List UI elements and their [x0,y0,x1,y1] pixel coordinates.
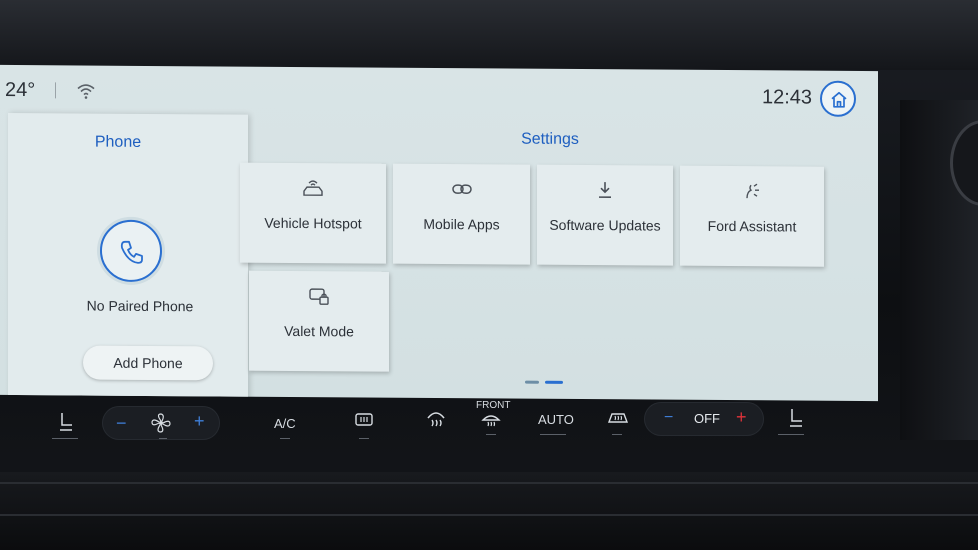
valet-mode-label: Valet Mode [284,322,354,340]
ford-assistant-tile[interactable]: Ford Assistant [680,165,824,267]
fan-speed-control: − + [102,406,220,440]
mobile-apps-tile[interactable]: Mobile Apps [393,163,530,265]
vehicle-hotspot-label: Vehicle Hotspot [264,214,362,232]
status-divider [55,82,56,99]
front-defrost-icon[interactable] [480,412,502,431]
link-icon [393,178,530,201]
assistant-icon [680,180,824,203]
software-updates-label: Software Updates [549,216,661,234]
add-phone-button[interactable]: Add Phone [83,345,213,381]
outside-temperature: 24° [5,78,36,102]
fan-icon [150,412,172,437]
clock: 12:43 [762,86,813,109]
status-bar: 24° 12:43 [0,65,878,121]
seat-heat-passenger-icon[interactable] [784,406,806,433]
home-button[interactable] [820,80,856,117]
page-indicator[interactable] [525,380,565,385]
valet-mode-tile[interactable]: Valet Mode [249,270,389,372]
download-icon [537,179,673,202]
temperature-control: − OFF + [644,402,764,436]
mobile-apps-label: Mobile Apps [423,215,500,233]
rear-defrost-icon[interactable] [606,410,630,431]
climate-control-bar: − + A/C FRONT AUTO − OFF + [40,398,840,454]
temp-up-button[interactable]: + [736,407,747,428]
ac-button[interactable]: A/C [274,416,296,431]
hotspot-icon [240,177,386,200]
phone-call-button[interactable] [100,219,162,283]
valet-lock-icon [249,285,389,308]
fan-plus-button[interactable]: + [194,411,205,432]
phone-status-text: No Paired Phone [86,297,194,315]
phone-panel-title: Phone [94,133,142,151]
dashboard-bottom-trim [0,472,978,550]
fan-minus-button[interactable]: − [116,413,127,434]
temp-value: OFF [694,411,720,426]
seat-heat-driver-icon[interactable] [54,410,76,437]
max-defrost-icon[interactable] [424,406,448,433]
infotainment-screen: 24° 12:43 Phone No Paired Phone Add Phon… [0,64,878,402]
recirculation-icon[interactable] [354,412,374,433]
software-updates-tile[interactable]: Software Updates [537,164,673,266]
front-defrost-label: FRONT [476,400,511,411]
settings-title: Settings [521,130,579,148]
wifi-icon [76,81,96,99]
phone-panel: Phone No Paired Phone Add Phone [8,112,248,402]
temp-down-button[interactable]: − [664,409,673,427]
auto-climate-button[interactable]: AUTO [538,412,574,427]
ford-assistant-label: Ford Assistant [707,217,797,235]
bezel-top-trim [0,0,978,70]
vehicle-hotspot-tile[interactable]: Vehicle Hotspot [240,162,386,264]
